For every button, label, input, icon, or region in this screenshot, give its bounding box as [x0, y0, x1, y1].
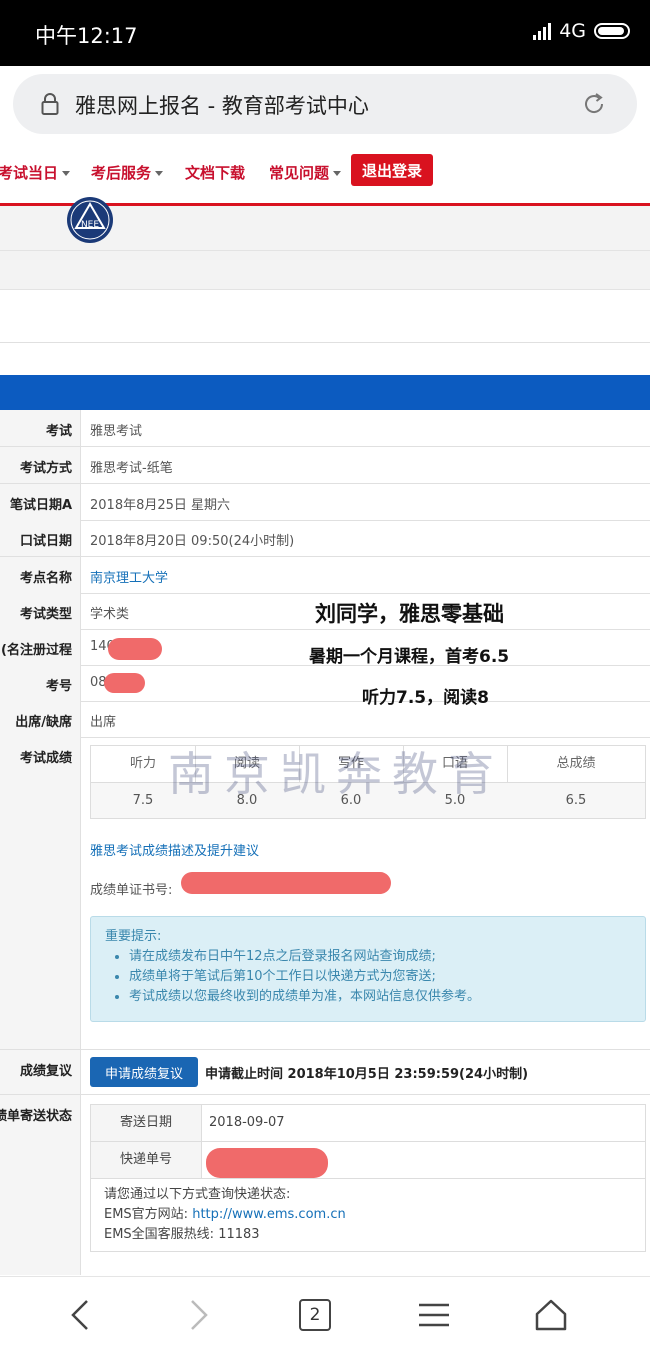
nav-item-exam-day[interactable]: 考试当日: [0, 162, 71, 183]
row-label: 口试日期: [0, 520, 81, 556]
row-candidate-number: 考号 08: [0, 665, 650, 702]
notice-item: 考试成绩以您最终收到的成绩单为准，本网站信息仅供参考。: [129, 987, 631, 1007]
tabs-button[interactable]: 2: [299, 1299, 331, 1331]
row-value: 雅思考试: [90, 424, 143, 439]
important-notice: 重要提示: 请在成绩发布日中午12点之后登录报名网站查询成绩; 成绩单将于笔试后…: [90, 916, 646, 1022]
mail-info: 请您通过以下方式查询快递状态: EMS官方网站: http://www.ems.…: [104, 1185, 346, 1245]
annotation-line: 暑期一个月课程，首考6.5: [309, 647, 510, 667]
score-review-button[interactable]: 申请成绩复议: [90, 1057, 198, 1087]
score-value: 6.5: [507, 783, 645, 818]
mail-status-table: 寄送日期 2018-09-07 快递单号 请您通过以下方式查询快递状态: EMS…: [90, 1104, 646, 1252]
mail-row: 寄送日期 2018-09-07: [91, 1105, 645, 1142]
caret-down-icon: [333, 171, 342, 176]
row-label: 名注册过程): [0, 629, 81, 665]
row-label: 笔试日期A: [0, 484, 81, 520]
row-exam-method: 考试方式 雅思考试-纸笔: [0, 447, 650, 484]
redaction-mark: [108, 638, 162, 660]
status-indicators: 4G: [533, 20, 630, 42]
redaction-mark: [104, 673, 145, 693]
forward-icon[interactable]: [180, 1297, 216, 1333]
address-bar[interactable]: 雅思网上报名 - 教育部考试中心: [13, 74, 637, 134]
page-title: 雅思网上报名 - 教育部考试中心: [75, 94, 369, 118]
signal-icon: [533, 22, 552, 40]
menu-icon[interactable]: [416, 1297, 452, 1333]
redaction-mark: [181, 872, 391, 894]
main-nav: 考试当日 考后服务 文档下载 常见问题 退出登录: [0, 150, 650, 202]
mail-value: 2018-09-07: [209, 1115, 285, 1130]
ems-link[interactable]: http://www.ems.com.cn: [192, 1207, 346, 1222]
mail-row: 快递单号: [91, 1142, 645, 1179]
row-label: 考号: [0, 665, 81, 701]
row-value: 学术类: [90, 607, 130, 622]
row-value: 2018年8月20日 09:50(24小时制): [90, 534, 295, 549]
row-value: 2018年8月25日 星期六: [90, 498, 231, 513]
row-speaking-date: 口试日期 2018年8月20日 09:50(24小时制): [0, 520, 650, 557]
svg-text:NEE: NEE: [81, 220, 99, 230]
status-bar: 中午12:17 4G: [0, 0, 650, 66]
mail-info-text: EMS全国客服热线: 11183: [104, 1227, 260, 1242]
battery-icon: [594, 23, 630, 39]
annotation-line: 听力7.5，阅读8: [362, 688, 489, 708]
spacer-band: [0, 290, 650, 343]
mail-info-text: EMS官方网站:: [104, 1207, 193, 1222]
row-label: 考试: [0, 410, 81, 446]
nav-item-faq[interactable]: 常见问题: [269, 162, 342, 183]
reload-icon[interactable]: [581, 91, 607, 117]
notice-item: 成绩单将于笔试后第10个工作日以快递方式为您寄送;: [129, 967, 631, 987]
row-label: 考试类型: [0, 593, 81, 629]
header-band-2: [0, 251, 650, 290]
venue-link[interactable]: 南京理工大学: [90, 567, 168, 586]
mail-label: 寄送日期: [91, 1105, 202, 1141]
row-attendance: 出席/缺席 出席: [0, 701, 650, 738]
caret-down-icon: [62, 171, 71, 176]
status-time: 中午12:17: [35, 24, 138, 48]
row-label: 考试成绩: [0, 737, 81, 1049]
row-label: 绩单寄送状态: [0, 1095, 81, 1275]
row-venue: 考点名称 南京理工大学: [0, 557, 650, 594]
mail-info-text: 请您通过以下方式查询快递状态:: [104, 1187, 291, 1202]
browser-bottom-bar: 2: [0, 1276, 650, 1354]
spacer-band-2: [0, 343, 650, 376]
score-header: 总成绩: [507, 746, 645, 783]
notice-title: 重要提示:: [105, 929, 162, 944]
score-advice-link[interactable]: 雅思考试成绩描述及提升建议: [90, 840, 259, 859]
mail-label: 快递单号: [91, 1142, 202, 1178]
tab-count: 2: [309, 1305, 321, 1325]
row-label: 考点名称: [0, 557, 81, 593]
network-type: 4G: [559, 20, 586, 42]
nav-item-downloads[interactable]: 文档下载: [185, 162, 245, 183]
neea-logo-icon: NEE: [67, 197, 113, 243]
row-written-date: 笔试日期A 2018年8月25日 星期六: [0, 484, 650, 521]
redaction-mark: [206, 1148, 328, 1178]
cert-number-label: 成绩单证书号:: [90, 883, 173, 898]
row-label: 成绩复议: [0, 1050, 81, 1094]
row-label: 考试方式: [0, 447, 81, 483]
row-exam: 考试 雅思考试: [0, 410, 650, 447]
browser-toolbar: 雅思网上报名 - 教育部考试中心: [0, 66, 650, 146]
back-icon[interactable]: [63, 1297, 99, 1333]
annotation-line: 刘同学，雅思零基础: [315, 602, 504, 626]
review-deadline: 申请截止时间 2018年10月5日 23:59:59(24小时制): [205, 1067, 529, 1082]
notice-item: 请在成绩发布日中午12点之后登录报名网站查询成绩;: [129, 947, 631, 967]
score-column: 总成绩 6.5: [507, 746, 645, 818]
nav-item-after-exam[interactable]: 考后服务: [91, 162, 164, 183]
watermark: 南京凯奔教育: [168, 747, 504, 801]
row-value: 雅思考试-纸笔: [90, 461, 173, 476]
lock-icon: [41, 93, 59, 115]
home-icon[interactable]: [533, 1297, 569, 1333]
section-header-bar: [0, 375, 650, 410]
row-value: 出席: [90, 715, 117, 730]
logout-button[interactable]: 退出登录: [351, 154, 433, 186]
row-label: 出席/缺席: [0, 701, 81, 737]
caret-down-icon: [155, 171, 164, 176]
